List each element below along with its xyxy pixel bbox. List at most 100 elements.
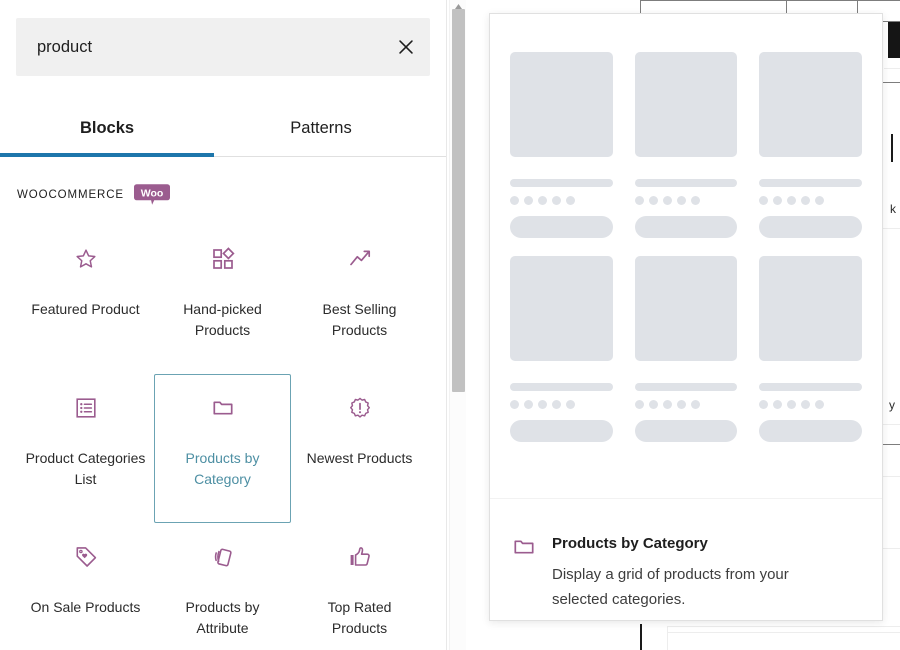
inserter-scrollbar[interactable] xyxy=(449,0,466,650)
search-input[interactable] xyxy=(16,18,430,76)
skeleton-star xyxy=(676,400,686,409)
skeleton-card xyxy=(634,256,738,442)
bg-divider xyxy=(880,444,900,445)
skeleton-button xyxy=(634,216,738,238)
block-tile-label: Products by Category xyxy=(185,450,260,487)
skeleton-grid xyxy=(510,52,862,442)
block-preview-popover: Products by Category Display a grid of p… xyxy=(489,13,883,621)
skeleton-star xyxy=(773,400,783,409)
preview-divider xyxy=(490,498,882,499)
skeleton-star xyxy=(510,400,519,409)
folder-icon xyxy=(514,540,534,554)
preview-info-text: Products by Category Display a grid of p… xyxy=(552,519,860,612)
skeleton-star xyxy=(538,400,547,409)
block-tile-label: Newest Products xyxy=(306,450,413,466)
skeleton-title xyxy=(759,179,862,187)
bg-divider xyxy=(884,68,900,69)
skeleton-rating xyxy=(759,400,862,409)
bg-divider xyxy=(880,548,900,549)
skeleton-star xyxy=(787,400,797,409)
skeleton-card xyxy=(759,52,862,238)
skeleton-star xyxy=(566,400,575,409)
skeleton-image xyxy=(634,52,738,157)
preview-canvas xyxy=(490,14,882,497)
skeleton-rating xyxy=(634,196,738,205)
skeleton-star xyxy=(552,196,561,205)
svg-text:Woo: Woo xyxy=(141,188,164,200)
skeleton-star xyxy=(510,196,519,205)
skeleton-card xyxy=(510,52,613,238)
search-container xyxy=(16,18,430,76)
bg-divider xyxy=(668,626,900,627)
block-tile-product-categories-list[interactable]: Product Categories List xyxy=(17,374,154,523)
skeleton-card xyxy=(759,256,862,442)
bg-top-line xyxy=(640,0,900,1)
skeleton-star xyxy=(648,196,658,205)
trending-up-icon xyxy=(349,250,370,266)
preview-info: Products by Category Display a grid of p… xyxy=(490,519,882,612)
skeleton-image xyxy=(759,256,862,361)
skeleton-button xyxy=(759,420,862,442)
skeleton-button xyxy=(510,420,613,442)
block-tile-featured-product[interactable]: Featured Product xyxy=(17,225,154,374)
skeleton-star xyxy=(801,196,811,205)
skeleton-star xyxy=(759,400,769,409)
tags-stack-icon xyxy=(214,548,232,567)
skeleton-rating xyxy=(759,196,862,205)
skeleton-star xyxy=(759,196,769,205)
skeleton-card xyxy=(510,256,613,442)
skeleton-star xyxy=(690,196,700,205)
skeleton-card xyxy=(634,52,738,238)
bg-divider xyxy=(880,82,900,83)
panel-right-edge xyxy=(446,0,447,650)
skeleton-image xyxy=(634,256,738,361)
bg-dark-block xyxy=(888,22,900,58)
skeleton-star xyxy=(662,400,672,409)
category-header: WOOCOMMERCE Woo xyxy=(17,183,171,207)
star-icon xyxy=(75,249,96,268)
skeleton-button xyxy=(634,420,738,442)
skeleton-rating xyxy=(510,196,613,205)
bg-text-caret xyxy=(891,134,893,162)
inserter-panel: Blocks Patterns WOOCOMMERCE Woo Featured… xyxy=(0,0,447,650)
block-tile-hand-picked-products[interactable]: Hand-picked Products xyxy=(154,225,291,374)
skeleton-button xyxy=(510,216,613,238)
skeleton-star xyxy=(524,196,533,205)
block-tile-newest-products[interactable]: Newest Products xyxy=(291,374,428,523)
block-tile-top-rated-products[interactable]: Top Rated Products xyxy=(291,523,428,650)
grid-shapes-icon xyxy=(212,247,235,269)
block-tile-products-by-attribute[interactable]: Products by Attribute xyxy=(154,523,291,650)
skeleton-star xyxy=(538,196,547,205)
block-tile-on-sale-products[interactable]: On Sale Products xyxy=(17,523,154,650)
sale-tag-icon xyxy=(76,547,96,567)
block-tile-label: Best Selling Products xyxy=(322,301,397,338)
skeleton-title xyxy=(634,179,738,187)
preview-description: Display a grid of products from your sel… xyxy=(552,566,789,608)
skeleton-star xyxy=(676,196,686,205)
list-view-icon xyxy=(75,398,96,418)
woocommerce-logo: Woo xyxy=(134,184,171,205)
block-tile-label: Hand-picked Products xyxy=(183,301,262,338)
block-tile-products-by-category[interactable]: Products by Category xyxy=(154,374,291,523)
skeleton-star xyxy=(662,196,672,205)
tab-active-underline xyxy=(0,153,214,157)
block-inserter-screen: k y Blocks Patterns xyxy=(0,0,900,650)
skeleton-star xyxy=(690,400,700,409)
bg-divider xyxy=(667,626,668,650)
search-clear-button[interactable] xyxy=(386,27,426,67)
scrollbar-thumb[interactable] xyxy=(452,9,465,392)
skeleton-title xyxy=(510,383,613,391)
block-tile-label: Top Rated Products xyxy=(327,599,392,636)
block-tile-label: On Sale Products xyxy=(30,599,141,615)
skeleton-star xyxy=(773,196,783,205)
block-tile-best-selling-products[interactable]: Best Selling Products xyxy=(291,225,428,374)
tab-patterns[interactable]: Patterns xyxy=(214,98,428,158)
skeleton-star xyxy=(552,400,561,409)
skeleton-image xyxy=(510,256,613,361)
tab-blocks[interactable]: Blocks xyxy=(0,98,214,158)
skeleton-title xyxy=(634,383,738,391)
skeleton-rating xyxy=(634,400,738,409)
skeleton-image xyxy=(510,52,613,157)
bg-text-fragment: k xyxy=(890,202,896,216)
skeleton-button xyxy=(759,216,862,238)
